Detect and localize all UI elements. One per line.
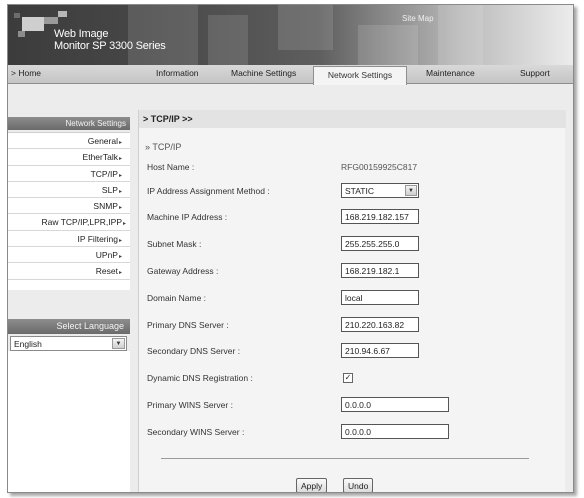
chevron-right-icon: ▸ <box>118 156 122 163</box>
sidebar-item-ip-filtering[interactable]: IP Filtering▸ <box>8 231 130 248</box>
secondary-wins-input[interactable]: 0.0.0.0 <box>341 424 449 439</box>
ip-method-label: IP Address Assignment Method : <box>147 186 270 196</box>
sidebar: Network Settings General▸ EtherTalk▸ TCP… <box>8 85 130 492</box>
app-title-line2: Monitor SP 3300 Series <box>54 40 166 52</box>
sidebar-item-general[interactable]: General▸ <box>8 133 130 150</box>
browser-frame: Web Image Monitor SP 3300 Series Site Ma… <box>7 4 574 493</box>
header-banner: Web Image Monitor SP 3300 Series Site Ma… <box>8 5 573 65</box>
primary-wins-label: Primary WINS Server : <box>147 400 233 410</box>
apply-button[interactable]: Apply <box>296 478 328 492</box>
sidebar-item-raw-tcpip[interactable]: Raw TCP/IP,LPR,IPP▸ <box>8 214 130 231</box>
sidebar-item-label: Reset <box>95 266 118 277</box>
divider <box>161 458 529 459</box>
sidebar-menu: General▸ EtherTalk▸ TCP/IP▸ SLP▸ SNMP▸ R… <box>8 132 130 290</box>
chevron-right-icon: ▸ <box>118 270 122 277</box>
sidebar-item-ethertalk[interactable]: EtherTalk▸ <box>8 149 130 166</box>
chevron-right-icon: ▸ <box>122 221 126 228</box>
tab-machine-settings[interactable]: Machine Settings <box>231 68 296 78</box>
gateway-input[interactable]: 168.219.182.1 <box>341 263 419 278</box>
domain-name-input[interactable]: local <box>341 290 419 305</box>
logo-icon <box>58 11 67 17</box>
header-decoration <box>438 5 483 65</box>
chevron-down-icon[interactable]: ▼ <box>405 185 417 196</box>
host-name-label: Host Name : <box>147 162 195 172</box>
tab-information[interactable]: Information <box>156 68 199 78</box>
sidebar-bottom-area <box>8 351 130 492</box>
sidebar-item-tcpip[interactable]: TCP/IP▸ <box>8 165 130 182</box>
app-title: Web Image Monitor SP 3300 Series <box>54 28 166 52</box>
sidebar-item-label: TCP/IP <box>90 168 118 179</box>
chevron-right-icon: ▸ <box>118 254 122 261</box>
sidebar-item-upnp[interactable]: UPnP▸ <box>8 247 130 264</box>
site-map-link[interactable]: Site Map <box>402 14 434 23</box>
gateway-label: Gateway Address : <box>147 266 219 276</box>
machine-ip-input[interactable]: 168.219.182.157 <box>341 209 419 224</box>
sidebar-section-title: Network Settings <box>8 117 130 130</box>
subnet-mask-label: Subnet Mask : <box>147 239 202 249</box>
sidebar-item-label: EtherTalk <box>82 152 118 163</box>
sidebar-item-label: SNMP <box>93 201 118 212</box>
language-section-title: Select Language <box>8 319 130 334</box>
logo-icon <box>44 17 58 24</box>
main-panel: > TCP/IP >> » TCP/IP Host Name : RFG0015… <box>138 110 566 492</box>
chevron-right-icon: ▸ <box>118 188 122 195</box>
domain-name-label: Domain Name : <box>147 293 207 303</box>
logo-icon <box>18 31 25 37</box>
sidebar-item-label: UPnP <box>95 250 118 261</box>
sidebar-item-label: IP Filtering <box>77 233 118 244</box>
breadcrumb: » TCP/IP <box>145 142 182 152</box>
chevron-right-icon: ▸ <box>118 205 122 212</box>
logo-icon <box>22 17 44 31</box>
chevron-right-icon: ▸ <box>118 172 122 179</box>
sidebar-item-snmp[interactable]: SNMP▸ <box>8 198 130 215</box>
app-title-line1: Web Image <box>54 28 109 40</box>
primary-wins-input[interactable]: 0.0.0.0 <box>341 397 449 412</box>
logo-icon <box>14 13 20 18</box>
chevron-down-icon[interactable]: ▼ <box>112 338 125 349</box>
tab-maintenance[interactable]: Maintenance <box>426 68 475 78</box>
primary-dns-label: Primary DNS Server : <box>147 320 229 330</box>
tab-home[interactable]: > Home <box>11 68 41 78</box>
primary-dns-input[interactable]: 210.220.163.82 <box>341 317 419 332</box>
sidebar-item-label: Raw TCP/IP,LPR,IPP <box>41 217 122 228</box>
sidebar-spacer <box>8 279 130 290</box>
header-decoration <box>208 15 248 65</box>
undo-button[interactable]: Undo <box>343 478 374 492</box>
sidebar-item-reset[interactable]: Reset▸ <box>8 263 130 280</box>
chevron-right-icon: ▸ <box>118 237 122 244</box>
secondary-dns-input[interactable]: 210.94.6.67 <box>341 343 419 358</box>
sidebar-item-slp[interactable]: SLP▸ <box>8 182 130 199</box>
ip-method-select-value: STATIC <box>345 186 374 196</box>
ip-method-select[interactable]: STATIC ▼ <box>341 183 419 198</box>
language-select-value: English <box>14 339 42 349</box>
subnet-mask-input[interactable]: 255.255.255.0 <box>341 236 419 251</box>
tab-network-settings[interactable]: Network Settings <box>313 66 407 85</box>
tab-support[interactable]: Support <box>520 68 550 78</box>
secondary-wins-label: Secondary WINS Server : <box>147 427 245 437</box>
page-title: > TCP/IP >> <box>139 110 566 128</box>
secondary-dns-label: Secondary DNS Server : <box>147 346 241 356</box>
sidebar-item-label: SLP <box>101 184 118 195</box>
chevron-right-icon: ▸ <box>118 140 122 146</box>
machine-ip-label: Machine IP Address : <box>147 212 228 222</box>
language-select[interactable]: English ▼ <box>10 336 127 351</box>
sidebar-item-label: General <box>87 136 118 146</box>
host-name-value: RFG00159925C817 <box>341 162 418 172</box>
tab-bar: > Home Information Machine Settings Netw… <box>8 65 573 85</box>
header-decoration <box>358 25 418 65</box>
header-decoration <box>278 5 333 50</box>
ddns-label: Dynamic DNS Registration : <box>147 373 253 383</box>
ddns-checkbox[interactable]: ✓ <box>343 373 353 383</box>
